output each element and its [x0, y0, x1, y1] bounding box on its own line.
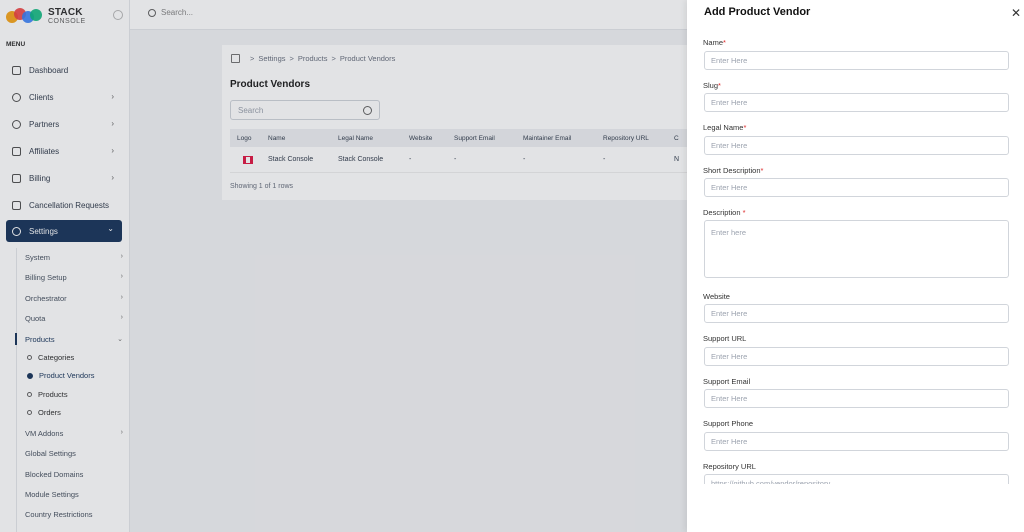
description-label: Description * — [703, 208, 746, 217]
support-email-field[interactable] — [704, 389, 1009, 408]
description-textarea[interactable] — [704, 220, 1009, 278]
modal-backdrop[interactable] — [0, 0, 687, 532]
add-product-vendor-drawer: Add Product Vendor ✕ Name* Slug* Legal N… — [687, 0, 1024, 532]
slug-label-text: Slug — [703, 81, 719, 90]
required-asterisk: * — [743, 123, 747, 132]
required-asterisk: * — [740, 208, 746, 217]
support-phone-field[interactable] — [704, 432, 1009, 451]
support-url-label: Support URL — [703, 334, 747, 343]
drawer-scroll-clip — [687, 474, 1024, 484]
legal-name-label: Legal Name* — [703, 123, 746, 132]
required-asterisk: * — [723, 38, 726, 47]
drawer-title: Add Product Vendor — [704, 6, 811, 18]
website-label: Website — [703, 292, 730, 301]
short-description-field[interactable] — [704, 178, 1009, 197]
support-email-label: Support Email — [703, 377, 751, 386]
name-label: Name* — [703, 38, 726, 47]
slug-label: Slug* — [703, 81, 721, 90]
required-asterisk: * — [718, 81, 721, 90]
support-phone-label: Support Phone — [703, 419, 754, 428]
name-field[interactable] — [704, 51, 1009, 70]
repository-url-label: Repository URL — [703, 462, 756, 471]
repository-url-field[interactable] — [704, 474, 1009, 484]
support-url-field[interactable] — [704, 347, 1009, 366]
legal-name-field[interactable] — [704, 136, 1009, 155]
close-icon[interactable]: ✕ — [1011, 7, 1021, 19]
website-field[interactable] — [704, 304, 1009, 323]
name-label-text: Name — [703, 38, 724, 47]
short-description-label-text: Short Description — [703, 166, 761, 175]
description-label-text: Description — [703, 208, 741, 217]
slug-field[interactable] — [704, 93, 1009, 112]
legal-name-label-text: Legal Name — [703, 123, 744, 132]
short-description-label: Short Description* — [703, 166, 763, 175]
required-asterisk: * — [760, 166, 764, 175]
